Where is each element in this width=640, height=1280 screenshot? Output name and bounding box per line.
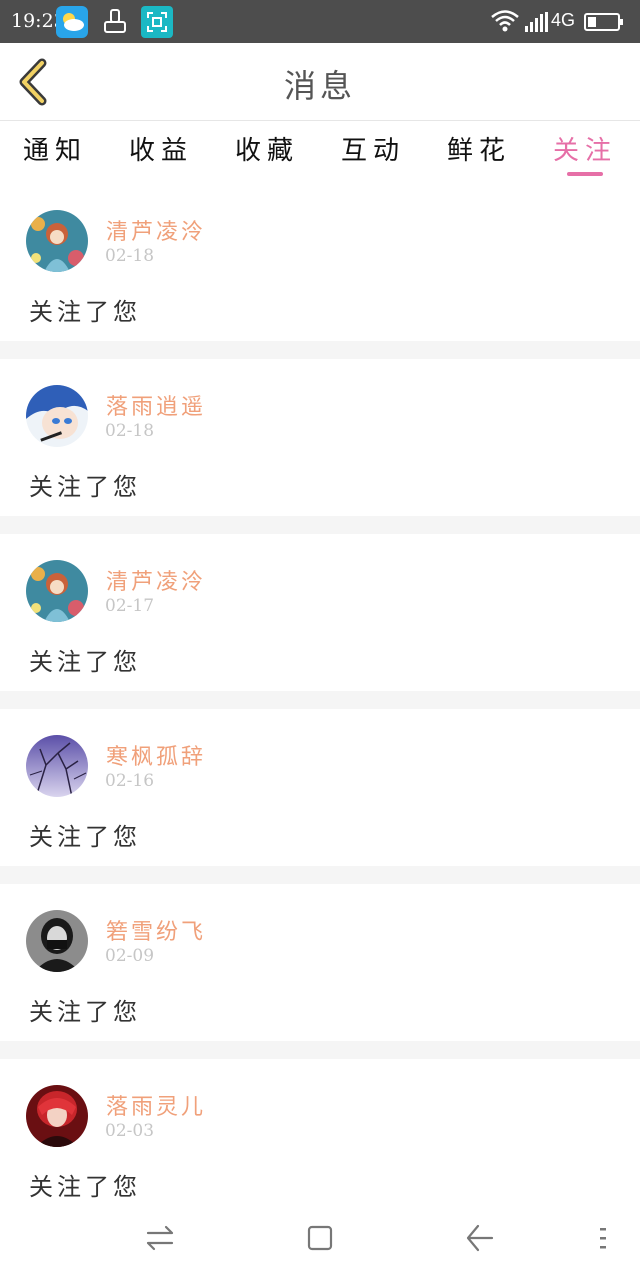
avatar[interactable] <box>26 385 88 447</box>
scan-icon <box>141 6 173 38</box>
tab-earnings[interactable]: 收益 <box>108 130 214 167</box>
switch-button[interactable] <box>142 1220 178 1256</box>
tab-notice[interactable]: 通知 <box>2 130 108 167</box>
username[interactable]: 落雨逍遥 <box>106 389 206 421</box>
wifi-icon <box>490 9 520 33</box>
list-item[interactable]: 清芦凌泠 02-17 关注了您 <box>0 534 640 691</box>
clean-icon <box>99 6 131 38</box>
switch-icon <box>146 1225 174 1251</box>
menu-icon <box>600 1228 606 1249</box>
notification-message: 关注了您 <box>29 648 141 676</box>
notification-date: 02-03 <box>105 1121 155 1141</box>
tab-interaction[interactable]: 互动 <box>320 130 426 167</box>
list-item[interactable]: 寒枫孤辞 02-16 关注了您 <box>0 709 640 866</box>
username[interactable]: 清芦凌泠 <box>106 214 206 246</box>
status-bar: 19:23 4G <box>0 0 640 43</box>
back-nav-button[interactable] <box>462 1220 498 1256</box>
notification-message: 关注了您 <box>29 998 141 1026</box>
tab-bar: 通知 收益 收藏 互动 鲜花 关注 <box>0 122 640 184</box>
list-divider <box>0 341 640 359</box>
list-divider <box>0 1041 640 1059</box>
avatar[interactable] <box>26 735 88 797</box>
avatar[interactable] <box>26 210 88 272</box>
list-divider <box>0 691 640 709</box>
username[interactable]: 清芦凌泠 <box>106 564 206 596</box>
network-label: 4G <box>551 10 576 30</box>
list-item[interactable]: 落雨逍遥 02-18 关注了您 <box>0 359 640 516</box>
battery-icon <box>584 13 624 31</box>
back-icon <box>466 1224 494 1252</box>
page-title: 消息 <box>283 67 356 105</box>
weather-icon <box>56 6 88 38</box>
list-item[interactable]: 落雨灵儿 02-03 关注了您 <box>0 1059 640 1216</box>
list-divider <box>0 516 640 534</box>
notification-date: 02-17 <box>105 596 155 616</box>
menu-button[interactable] <box>586 1220 622 1256</box>
notification-message: 关注了您 <box>29 1173 141 1201</box>
avatar[interactable] <box>26 560 88 622</box>
notification-message: 关注了您 <box>29 298 141 326</box>
list-item[interactable]: 箬雪纷飞 02-09 关注了您 <box>0 884 640 1041</box>
username[interactable]: 落雨灵儿 <box>106 1089 206 1121</box>
notification-message: 关注了您 <box>29 473 141 501</box>
notification-date: 02-09 <box>105 946 155 966</box>
signal-icon <box>525 12 549 32</box>
home-icon <box>307 1225 333 1251</box>
notification-date: 02-18 <box>105 421 155 441</box>
system-nav-bar <box>0 1200 640 1280</box>
home-button[interactable] <box>302 1220 338 1256</box>
avatar[interactable] <box>26 1085 88 1147</box>
header: 消息 <box>0 43 640 121</box>
avatar[interactable] <box>26 910 88 972</box>
username[interactable]: 寒枫孤辞 <box>106 739 206 771</box>
list-divider <box>0 866 640 884</box>
notification-date: 02-18 <box>105 246 155 266</box>
tab-flowers[interactable]: 鲜花 <box>426 130 532 167</box>
tab-favorites[interactable]: 收藏 <box>214 130 320 167</box>
notification-message: 关注了您 <box>29 823 141 851</box>
notification-date: 02-16 <box>105 771 155 791</box>
active-tab-indicator <box>567 172 603 176</box>
list-item[interactable]: 清芦凌泠 02-18 关注了您 <box>0 184 640 341</box>
username[interactable]: 箬雪纷飞 <box>106 914 206 946</box>
tab-following[interactable]: 关注 <box>532 130 638 167</box>
